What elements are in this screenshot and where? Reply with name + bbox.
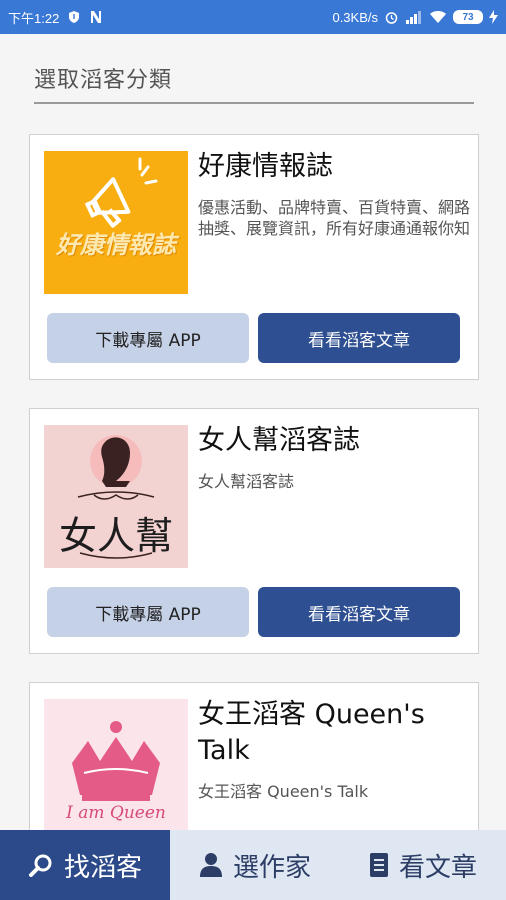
tab-select-writer[interactable]: 選作家 (170, 830, 340, 900)
charging-icon (489, 10, 498, 24)
card-title[interactable]: 女王滔客 Queen's Talk (198, 697, 470, 769)
thumbnail-text: 好康情報誌 (56, 230, 176, 259)
megaphone-icon (84, 157, 158, 228)
document-icon (369, 853, 388, 877)
blog-card[interactable]: I am Queen 女王滔客 Queen's Talk 女王滔客 Queen'… (29, 682, 479, 842)
thumbnail-text: I am Queen (66, 803, 166, 823)
tab-label: 看文章 (398, 852, 477, 883)
battery-indicator: 73 (453, 10, 483, 24)
status-time: 下午1:22 (8, 10, 60, 26)
card-description: 優惠活動、品牌特賣、百貨特賣、網路抽獎、展覽資訊，所有好康通通報你知 (198, 198, 471, 238)
signal-icon (405, 10, 423, 24)
tab-find-blogger[interactable]: 找滔客 (0, 830, 170, 900)
card-description: 女人幫滔客誌 (198, 472, 295, 491)
thumbnail-text: 女人幫 (58, 514, 173, 558)
tab-read-articles[interactable]: 看文章 (340, 830, 506, 900)
category-header: 選取滔客分類 (34, 62, 474, 104)
card-title[interactable]: 好康情報誌 (198, 149, 470, 185)
search-icon (28, 854, 52, 877)
tab-label: 找滔客 (63, 852, 142, 883)
alarm-icon (384, 10, 399, 25)
category-title: 選取滔客分類 (34, 62, 474, 104)
download-app-button[interactable]: 下載專屬 APP (47, 313, 249, 363)
blog-card[interactable]: 女人幫 女人幫滔客誌 女人幫滔客誌 下載專屬 APP 看看滔客文章 (29, 408, 479, 654)
person-icon (199, 853, 222, 877)
shield-icon (67, 10, 81, 24)
blog-card[interactable]: 好康情報誌 好康情報誌 優惠活動、品牌特賣、百貨特賣、網路抽獎、展覽資訊，所有好… (29, 134, 479, 380)
network-speed: 0.3KB/s (332, 9, 378, 25)
tab-label: 選作家 (232, 852, 311, 883)
wifi-icon (429, 10, 447, 24)
blog-thumbnail: I am Queen (44, 699, 188, 842)
card-title[interactable]: 女人幫滔客誌 (198, 423, 470, 459)
bottom-navigation: 找滔客 選作家 看文章 (0, 830, 506, 900)
notification-n-icon (89, 10, 103, 24)
view-articles-button[interactable]: 看看滔客文章 (258, 313, 460, 363)
view-articles-button[interactable]: 看看滔客文章 (258, 587, 460, 637)
blog-thumbnail: 女人幫 (44, 425, 188, 568)
download-app-button[interactable]: 下載專屬 APP (47, 587, 249, 637)
blog-thumbnail: 好康情報誌 (44, 151, 188, 294)
status-bar: 下午1:22 0.3KB/s 73 (0, 0, 506, 34)
card-description: 女王滔客 Queen's Talk (198, 782, 369, 801)
